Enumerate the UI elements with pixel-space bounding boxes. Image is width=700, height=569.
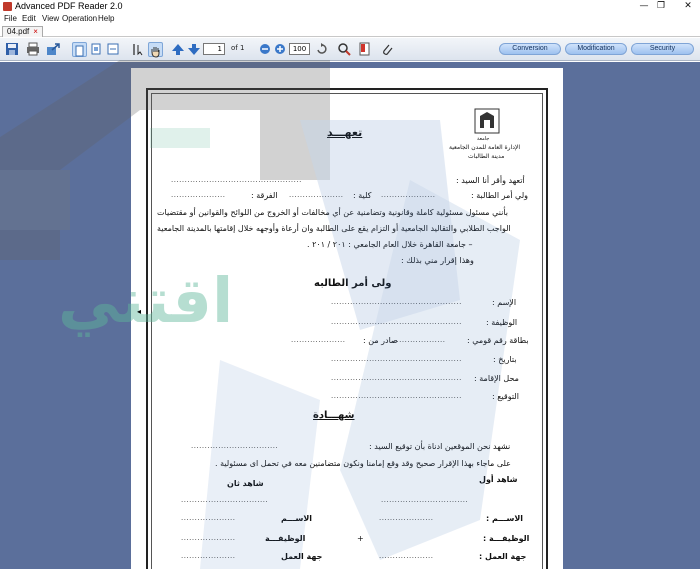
title-bar: Advanced PDF Reader 2.0 — ❐ ✕: [0, 0, 700, 13]
window-title: Advanced PDF Reader 2.0: [15, 1, 123, 11]
document-tab[interactable]: 04.pdf ×: [2, 26, 43, 37]
rotate-icon[interactable]: [315, 42, 330, 57]
pdf-page: جامعة الإدارة العامة للمدن الجامعية مدين…: [131, 68, 563, 569]
mouse-cursor-icon: ◂: [137, 307, 142, 316]
maximize-button[interactable]: ❐: [653, 0, 669, 13]
document-viewer[interactable]: جامعة الإدارة العامة للمدن الجامعية مدين…: [0, 60, 700, 569]
dots-w2-job: ....................: [181, 534, 236, 542]
dots-faculty: ....................: [289, 191, 344, 199]
menu-operation[interactable]: Operation: [62, 14, 97, 23]
pledge-year-label: الفرقة :: [251, 191, 278, 200]
university-name: جامعة: [477, 136, 490, 142]
zoom-level-input[interactable]: 100: [289, 43, 310, 55]
dots-id: ....................: [391, 336, 446, 344]
document-tab-label: 04.pdf: [7, 27, 30, 36]
first-witness-label: شاهد أول: [479, 475, 518, 484]
field-residence: محل الإقامة :: [474, 374, 519, 383]
dots-name: ........................................…: [331, 298, 462, 306]
tab-close-icon[interactable]: ×: [33, 27, 38, 36]
conversion-button[interactable]: Conversion: [499, 43, 561, 55]
pledge-guardian-label: ولي أمر الطالبة :: [471, 191, 529, 200]
save-icon[interactable]: [5, 42, 20, 57]
pledge-paragraph-3: – جامعة القاهرة خلال العام الجامعي : ٢٠١…: [307, 240, 473, 249]
zoom-out-icon[interactable]: [258, 42, 273, 57]
close-button[interactable]: ✕: [680, 0, 696, 13]
app-icon: [3, 2, 12, 11]
testimony-line-1: نشهد نحن الموقعين ادناة بأن توقيع السيد …: [369, 442, 511, 451]
university-logo: [474, 108, 500, 134]
minimize-button[interactable]: —: [636, 0, 652, 13]
dots-w1-work: ....................: [379, 552, 434, 560]
pledge-paragraph-2: الواجب الطلابي والتقاليد الجامعية أو الت…: [157, 224, 511, 233]
pledge-line-1: أتعهد وأقر أنا السيد :: [456, 176, 525, 185]
zoom-in-icon[interactable]: [273, 42, 288, 57]
dots-date: ........................................…: [331, 355, 462, 363]
field-signature: التوقيع :: [492, 392, 519, 401]
witness1-job-label: الوظيفـــة :: [483, 534, 530, 543]
dots-job: ........................................…: [331, 318, 462, 326]
admin-line-2: مدينة الطالبات: [468, 153, 505, 160]
fit-page-icon[interactable]: [89, 42, 104, 57]
menu-help[interactable]: Help: [98, 14, 114, 23]
witness2-work-label: جهة العمل: [281, 552, 323, 561]
admin-line-1: الإدارة العامة للمدن الجامعية: [449, 144, 521, 151]
dots-line-1: ........................................…: [171, 176, 302, 184]
dots-w2-work: ....................: [181, 552, 236, 560]
bookmark-icon[interactable]: [357, 42, 372, 57]
witness1-name-label: الاســـم :: [486, 514, 524, 523]
pledge-paragraph-4: وهذا إقرار مني بذلك :: [401, 256, 474, 265]
next-page-icon[interactable]: [187, 42, 202, 57]
dots-w1-name: ....................: [379, 514, 434, 522]
menu-view[interactable]: View: [42, 14, 59, 23]
modification-button[interactable]: Modification: [565, 43, 627, 55]
guardian-heading: ولى أمر الطالبه: [314, 278, 392, 289]
field-national-id: بطاقة رقم قومي :: [467, 336, 529, 345]
dots-testimony: ................................: [191, 442, 279, 450]
field-name: الإسم :: [492, 298, 517, 307]
menu-file[interactable]: File: [4, 14, 17, 23]
dots-witness-2: ................................: [181, 496, 269, 504]
page-total-label: of 1: [231, 44, 245, 52]
share-icon[interactable]: [46, 42, 61, 57]
plus-mark: +: [357, 534, 364, 543]
dots-issued: ....................: [291, 336, 346, 344]
pledge-title: تعهـــد: [327, 126, 363, 139]
testimony-heading: شهـــادة: [313, 410, 355, 421]
attachment-icon[interactable]: [380, 42, 395, 57]
print-icon[interactable]: [26, 42, 41, 57]
single-page-view-icon[interactable]: [72, 42, 87, 57]
dots-year: ....................: [171, 191, 226, 199]
menu-edit[interactable]: Edit: [22, 14, 36, 23]
document-tab-bar: 04.pdf ×: [0, 25, 700, 37]
page-number-input[interactable]: 1: [203, 43, 225, 55]
dots-w2-name: ....................: [181, 514, 236, 522]
testimony-line-2: على ماجاء بهذا الإقرار صحيح وقد وقع إمام…: [215, 459, 511, 468]
security-button[interactable]: Security: [631, 43, 694, 55]
menu-bar: File Edit View Operation Help: [0, 13, 700, 25]
fit-width-icon[interactable]: [106, 42, 121, 57]
field-job: الوظيفة :: [486, 318, 518, 327]
witness2-job-label: الوظيفـــة: [265, 534, 306, 543]
field-date: بتاريخ :: [493, 355, 517, 364]
dots-witness-1: ................................: [381, 496, 469, 504]
hand-tool-icon[interactable]: [148, 42, 163, 58]
toolbar: 1 of 1 100 Conversion Modification Secur…: [0, 38, 700, 61]
search-icon[interactable]: [337, 42, 352, 57]
dots-guardian: ....................: [381, 191, 436, 199]
witness1-work-label: جهة العمل :: [479, 552, 527, 561]
select-text-icon[interactable]: [131, 42, 146, 57]
dots-residence: ........................................…: [331, 374, 462, 382]
pledge-paragraph-1: بأنني مسئول مسئولية كاملة وقانونية وتضام…: [157, 208, 509, 217]
dots-signature: ........................................…: [331, 392, 462, 400]
previous-page-icon[interactable]: [171, 42, 186, 57]
second-witness-label: شاهد ثان: [227, 479, 264, 488]
witness2-name-label: الاســـم: [281, 514, 313, 523]
pledge-faculty-label: كلية :: [353, 191, 372, 200]
